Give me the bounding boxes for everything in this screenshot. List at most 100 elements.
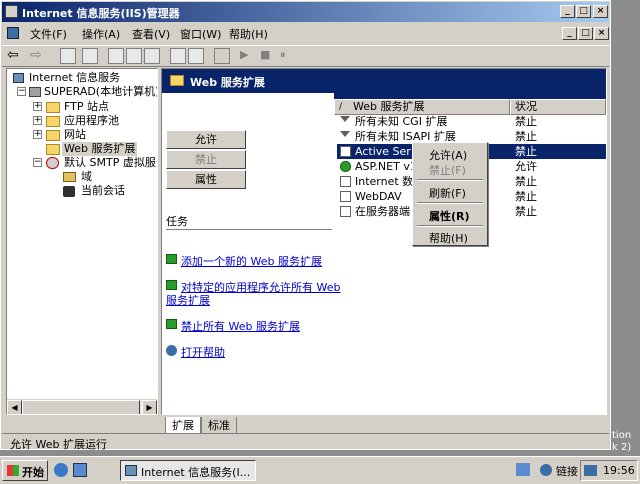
- tree-item-label: Internet 信息服务: [29, 71, 121, 84]
- row-name: 在服务器端: [355, 205, 410, 218]
- desktop-fragment-1: tion: [612, 430, 632, 441]
- maximize-button[interactable]: □: [576, 5, 591, 18]
- stop-icon[interactable]: ■: [260, 48, 270, 61]
- menu-window[interactable]: 窗口(W): [180, 26, 221, 42]
- green-arrow-icon: [166, 280, 177, 290]
- row-status: 禁止: [515, 115, 537, 128]
- column-header-status[interactable]: 状况: [510, 99, 606, 115]
- properties-icon[interactable]: [108, 48, 124, 64]
- column-header-extension[interactable]: / Web 服务扩展: [334, 99, 510, 115]
- ctx-separator: [417, 202, 483, 204]
- ctx-deny[interactable]: 禁止(F): [429, 162, 466, 178]
- smtp-stopped-icon: [46, 157, 59, 169]
- play-icon[interactable]: ▶: [240, 48, 248, 61]
- task-allow-app-line2[interactable]: 服务扩展: [166, 292, 210, 308]
- back-icon[interactable]: ⇦: [7, 47, 19, 63]
- green-arrow-icon: [166, 254, 177, 264]
- monitor-tray-icon[interactable]: [584, 465, 597, 476]
- up-folder-icon[interactable]: [60, 48, 76, 64]
- menu-view[interactable]: 查看(V): [132, 26, 170, 42]
- list-row[interactable]: 所有未知 CGI 扩展 禁止: [337, 114, 606, 129]
- system-tray: 19:56: [580, 460, 638, 481]
- tree-item-label: Web 服务扩展: [62, 142, 138, 156]
- tree-item-label: 网站: [64, 128, 86, 141]
- toolbar: ⇦ ⇨ ▶ ■ ⏸: [2, 45, 609, 67]
- show-tree-icon[interactable]: [82, 48, 98, 64]
- menu-action[interactable]: 操作(A): [82, 26, 120, 42]
- column-label: Web 服务扩展: [353, 100, 425, 113]
- row-name: ASP.NET v1: [355, 160, 417, 173]
- start-button[interactable]: 开始: [2, 460, 48, 481]
- extension-icon: [340, 176, 351, 187]
- menu-bar: 文件(F) 操作(A) 查看(V) 窗口(W) 帮助(H) _ □ ×: [2, 24, 609, 44]
- console-icon: [7, 27, 19, 39]
- row-status: 禁止: [515, 145, 537, 158]
- expand-icon[interactable]: +: [33, 102, 42, 111]
- taskbar-task-iis[interactable]: Internet 信息服务(I...: [120, 460, 256, 481]
- ctx-properties[interactable]: 属性(R): [429, 208, 470, 224]
- view-tabs: 扩展 标准: [161, 416, 607, 434]
- ctx-help[interactable]: 帮助(H): [429, 230, 468, 246]
- context-menu: 允许(A) 禁止(F) 刷新(F) 属性(R) 帮助(H): [412, 142, 488, 246]
- network-tray-icon[interactable]: [516, 463, 530, 476]
- desktop-quicklaunch-icon[interactable]: [73, 463, 87, 477]
- forward-icon[interactable]: ⇨: [30, 47, 42, 63]
- computer-icon[interactable]: [214, 48, 230, 64]
- help-icon[interactable]: [170, 48, 186, 64]
- row-status: 禁止: [515, 175, 537, 188]
- close-button[interactable]: ×: [593, 5, 608, 18]
- iis-root-icon: [13, 73, 24, 83]
- refresh-icon[interactable]: [126, 48, 142, 64]
- links-label[interactable]: 链接: [556, 463, 578, 479]
- expand-icon[interactable]: +: [33, 130, 42, 139]
- ctx-allow[interactable]: 允许(A): [429, 147, 467, 163]
- windows-logo-icon: [7, 465, 19, 476]
- inner-close-button[interactable]: ×: [594, 27, 609, 40]
- inner-restore-button[interactable]: □: [578, 27, 593, 40]
- tree-item-label: 域: [81, 170, 92, 183]
- ctx-separator: [417, 225, 483, 227]
- collapse-icon[interactable]: −: [17, 87, 26, 96]
- task-label: Internet 信息服务(I...: [141, 466, 251, 479]
- minimize-button[interactable]: _: [560, 5, 575, 18]
- expand-icon[interactable]: +: [33, 116, 42, 125]
- extension-icon: [340, 146, 351, 157]
- tree-horizontal-scrollbar[interactable]: ◀ ▶: [7, 399, 157, 414]
- help-circle-icon: [166, 345, 177, 356]
- inner-minimize-button[interactable]: _: [562, 27, 577, 40]
- server-icon: [29, 87, 41, 97]
- task-deny-all[interactable]: 禁止所有 Web 服务扩展: [181, 318, 300, 334]
- sort-icon: /: [339, 102, 343, 112]
- deny-button[interactable]: 禁止: [166, 150, 246, 169]
- start-label: 开始: [22, 466, 44, 479]
- export-list-icon[interactable]: [144, 48, 160, 64]
- row-status: 禁止: [515, 190, 537, 203]
- iis-app-icon: [5, 5, 18, 18]
- task-open-help[interactable]: 打开帮助: [181, 344, 225, 360]
- taskbar: 开始 Internet 信息服务(I... 链接 19:56: [0, 456, 640, 484]
- allow-button[interactable]: 允许: [166, 130, 246, 149]
- row-name: 所有未知 CGI 扩展: [355, 115, 448, 128]
- menu-file[interactable]: 文件(F): [30, 26, 67, 42]
- tab-standard[interactable]: 标准: [201, 417, 237, 434]
- panel-folder-icon: [170, 75, 184, 86]
- scroll-left-icon[interactable]: ◀: [7, 400, 22, 414]
- properties-button[interactable]: 属性: [166, 170, 246, 189]
- green-arrow-icon: [166, 319, 177, 329]
- status-text: 允许 Web 扩展运行: [10, 438, 107, 451]
- pause-icon[interactable]: ⏸: [280, 48, 286, 62]
- menu-help[interactable]: 帮助(H): [229, 26, 268, 42]
- console-tree-icon[interactable]: [188, 48, 204, 64]
- details-pane: Web 服务扩展 允许 禁止 属性 任务 添加一个新的 Web 服务扩展 对特定…: [161, 68, 607, 415]
- desktop-fragment-2: k 2): [612, 442, 632, 453]
- ctx-refresh[interactable]: 刷新(F): [429, 185, 466, 201]
- scrollbar-thumb[interactable]: [22, 400, 140, 414]
- scroll-right-icon[interactable]: ▶: [142, 400, 157, 414]
- title-bar[interactable]: Internet 信息服务(IIS)管理器 _ □ ×: [2, 2, 609, 22]
- tab-extended[interactable]: 扩展: [165, 417, 201, 434]
- clock[interactable]: 19:56: [603, 464, 635, 477]
- ie-quicklaunch-icon[interactable]: [54, 463, 68, 477]
- task-add-extension[interactable]: 添加一个新的 Web 服务扩展: [181, 253, 322, 269]
- collapse-icon[interactable]: −: [33, 158, 42, 167]
- row-status: 禁止: [515, 205, 537, 218]
